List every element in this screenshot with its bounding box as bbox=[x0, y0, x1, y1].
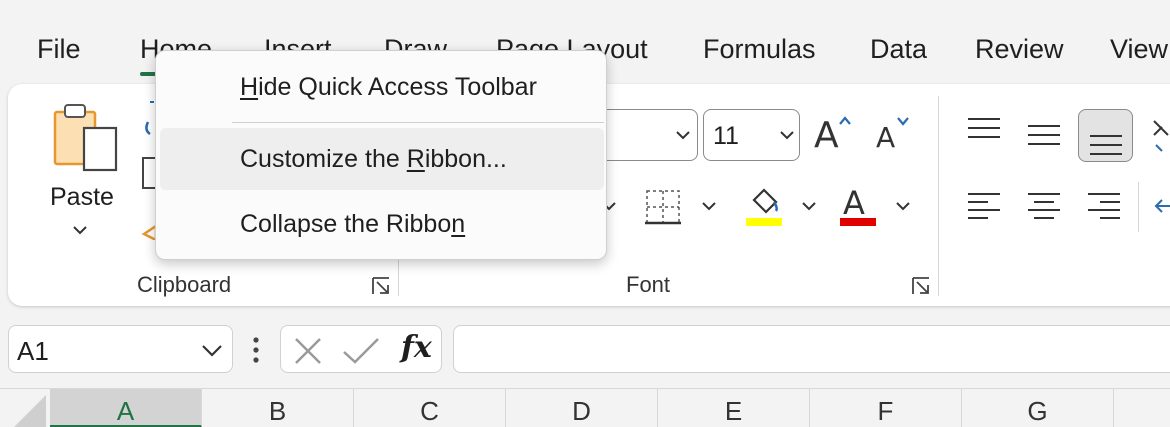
menu-item-text: ide Quick Access Toolbar bbox=[258, 73, 537, 101]
menu-item-collapse-ribbon[interactable]: Collapse the Ribbon bbox=[160, 193, 604, 255]
font-dialog-launcher-icon[interactable] bbox=[911, 276, 931, 296]
column-header-c[interactable]: C bbox=[354, 389, 506, 427]
align-center-icon[interactable] bbox=[1026, 190, 1062, 224]
name-box[interactable]: A1 bbox=[8, 325, 233, 373]
group-separator bbox=[1138, 182, 1139, 232]
tab-data[interactable]: Data bbox=[870, 34, 927, 65]
align-right-icon[interactable] bbox=[1086, 190, 1122, 224]
tab-formulas[interactable]: Formulas bbox=[703, 34, 816, 65]
fill-color-icon[interactable] bbox=[744, 186, 784, 228]
formula-input[interactable] bbox=[453, 325, 1170, 373]
chevron-down-icon[interactable] bbox=[201, 344, 223, 358]
menu-item-text: ibbon... bbox=[424, 145, 507, 173]
column-header-g[interactable]: G bbox=[962, 389, 1114, 427]
clipboard-dialog-launcher-icon[interactable] bbox=[371, 276, 391, 296]
decrease-font-size-icon[interactable]: A bbox=[876, 112, 916, 152]
paste-dropdown-chevron-icon[interactable] bbox=[72, 224, 88, 236]
more-options-icon[interactable] bbox=[251, 336, 261, 364]
menu-item-text: Customize the bbox=[240, 145, 407, 173]
fill-color-dropdown-chevron-icon[interactable] bbox=[800, 200, 820, 216]
chevron-down-icon bbox=[676, 131, 690, 140]
select-all-icon[interactable] bbox=[12, 393, 48, 427]
enter-check-icon[interactable] bbox=[341, 336, 381, 366]
increase-font-size-icon[interactable]: A bbox=[814, 112, 854, 152]
chevron-down-icon bbox=[780, 131, 794, 140]
cancel-icon[interactable] bbox=[293, 336, 323, 366]
borders-icon[interactable] bbox=[643, 187, 683, 227]
bottom-align-icon bbox=[1090, 135, 1122, 155]
orientation-icon[interactable] bbox=[1150, 115, 1170, 155]
menu-item-access-key: n bbox=[451, 210, 466, 238]
paste-icon[interactable] bbox=[50, 100, 120, 175]
column-headers: A B C D E F G bbox=[0, 388, 1170, 427]
menu-item-customize-ribbon[interactable]: Customize the Ribbon... bbox=[160, 128, 604, 190]
ribbon-context-menu: Hide Quick Access Toolbar Customize the … bbox=[155, 50, 607, 260]
svg-text:A: A bbox=[814, 115, 839, 152]
column-header-e[interactable]: E bbox=[658, 389, 810, 427]
menu-item-access-key: H bbox=[240, 73, 259, 101]
bottom-align-button[interactable] bbox=[1078, 109, 1133, 162]
svg-text:A: A bbox=[843, 184, 865, 222]
font-group-label: Font bbox=[626, 272, 671, 297]
align-left-icon[interactable] bbox=[966, 190, 1002, 224]
tab-review[interactable]: Review bbox=[975, 34, 1064, 65]
menu-item-access-key: R bbox=[406, 145, 425, 173]
clipboard-group-label: Clipboard bbox=[137, 272, 232, 297]
font-color-icon[interactable]: A bbox=[838, 184, 878, 228]
tab-file[interactable]: File bbox=[37, 34, 81, 65]
menu-item-text: Collapse the Ribbo bbox=[240, 210, 452, 238]
font-size-select[interactable]: 11 bbox=[703, 109, 800, 161]
column-header-d[interactable]: D bbox=[506, 389, 658, 427]
middle-align-icon[interactable] bbox=[1026, 120, 1062, 148]
font-size-value: 11 bbox=[713, 122, 739, 150]
paste-button[interactable]: Paste bbox=[50, 183, 114, 212]
menu-separator bbox=[232, 122, 604, 123]
decrease-indent-icon[interactable] bbox=[1152, 196, 1170, 216]
formula-buttons: fx bbox=[280, 325, 442, 373]
column-header-a[interactable]: A bbox=[50, 389, 202, 427]
column-header-f[interactable]: F bbox=[810, 389, 962, 427]
borders-dropdown-chevron-icon[interactable] bbox=[700, 200, 720, 216]
insert-function-button[interactable]: fx bbox=[401, 330, 432, 365]
svg-text:A: A bbox=[876, 121, 895, 152]
name-box-value: A1 bbox=[17, 336, 49, 366]
column-header-b[interactable]: B bbox=[202, 389, 354, 427]
top-align-icon[interactable] bbox=[966, 116, 1002, 142]
group-separator bbox=[938, 96, 939, 296]
menu-item-hide-quick-access-toolbar[interactable]: Hide Quick Access Toolbar bbox=[160, 56, 604, 118]
tab-view[interactable]: View bbox=[1110, 34, 1168, 65]
font-color-dropdown-chevron-icon[interactable] bbox=[894, 200, 914, 216]
